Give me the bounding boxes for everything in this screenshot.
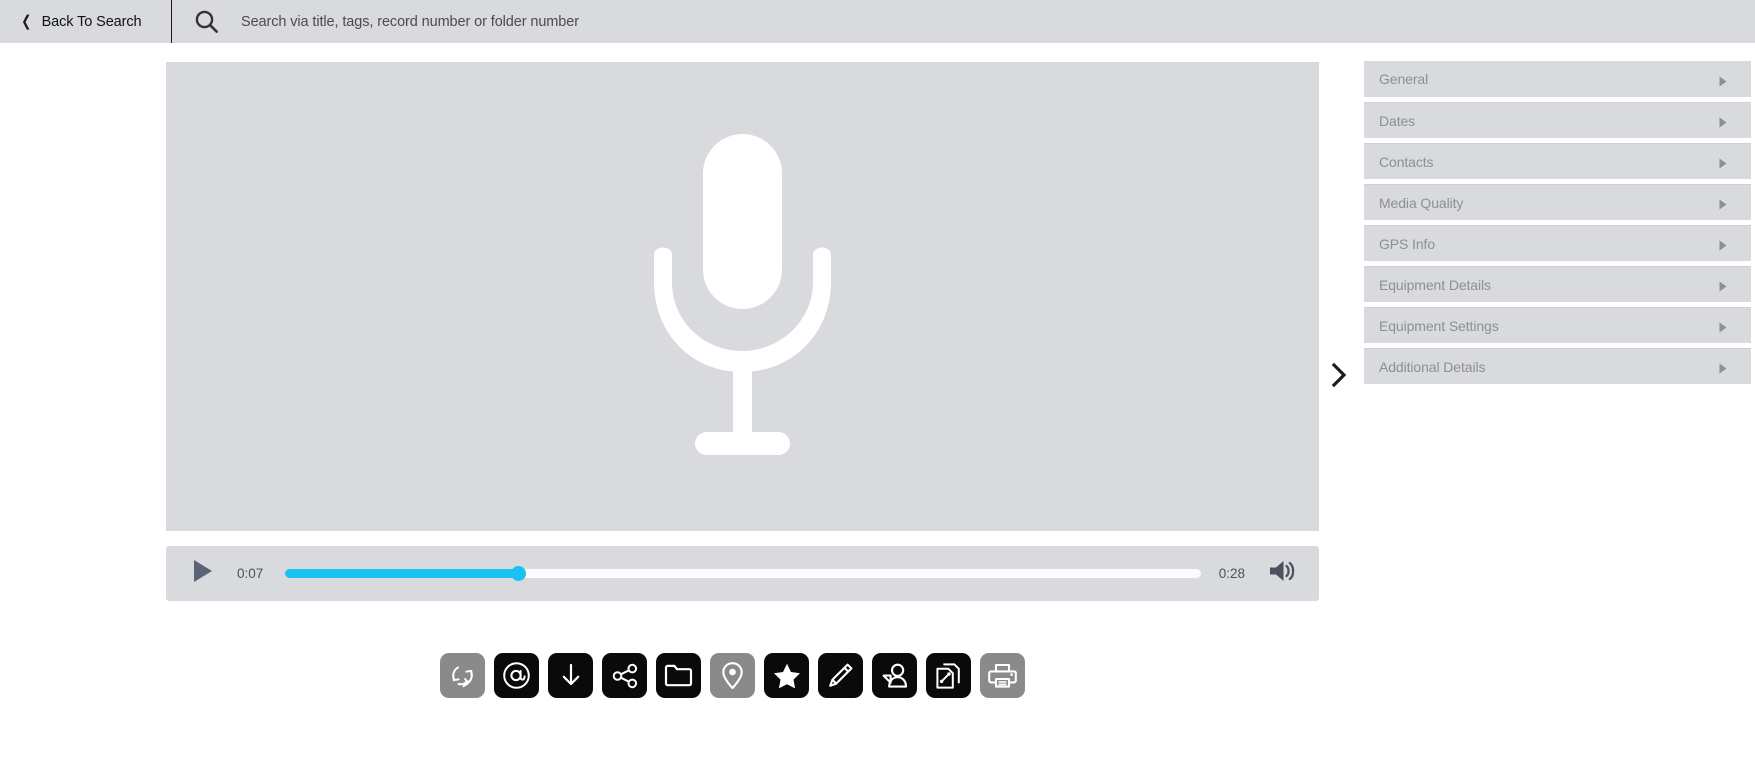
triangle-right-icon: [1719, 320, 1727, 333]
share-nodes-button[interactable]: [602, 653, 647, 698]
accordion-row[interactable]: Contacts: [1364, 143, 1751, 179]
back-to-search-label: Back To Search: [41, 13, 142, 30]
share-nodes-icon: [611, 662, 639, 690]
folder-button[interactable]: [656, 653, 701, 698]
metadata-accordion: General Dates Contacts Media Quality GPS Inf…: [1364, 61, 1751, 389]
accordion-label: General: [1379, 71, 1429, 87]
accordion-label: Contacts: [1379, 153, 1434, 170]
printer-button: [980, 653, 1025, 698]
triangle-right-icon: [1719, 361, 1727, 374]
media-viewer: [166, 62, 1319, 531]
accordion-label: Equipment Details: [1379, 276, 1491, 293]
refresh-rotate-icon: [449, 662, 476, 689]
accordion-label: Additional Details: [1379, 358, 1486, 375]
accordion-row[interactable]: Media Quality: [1364, 184, 1751, 220]
download-arrow-button[interactable]: [548, 653, 593, 698]
map-pin-button: [710, 653, 755, 698]
person-tag-icon: [881, 662, 909, 689]
accordion-row[interactable]: GPS Info: [1364, 225, 1751, 261]
triangle-right-icon: [1719, 115, 1727, 128]
search-bar[interactable]: [172, 0, 1755, 43]
person-tag-button[interactable]: [872, 653, 917, 698]
total-time-label: 0:28: [1218, 566, 1245, 581]
chevron-right-icon: [1329, 361, 1349, 394]
triangle-right-icon: [1719, 197, 1727, 210]
expand-panel-button[interactable]: [1325, 360, 1353, 394]
accordion-label: GPS Info: [1379, 235, 1436, 252]
play-button[interactable]: [188, 559, 218, 589]
accordion-row[interactable]: Additional Details: [1364, 348, 1751, 384]
triangle-right-icon: [1719, 156, 1727, 169]
accordion-row[interactable]: Equipment Details: [1364, 266, 1751, 302]
audio-player: 0:07 0:28: [166, 546, 1319, 601]
progress-thumb[interactable]: [511, 566, 527, 581]
email-at-button[interactable]: [494, 653, 539, 698]
pencil-icon: [827, 662, 854, 689]
triangle-right-icon: [1719, 74, 1727, 86]
download-arrow-icon: [558, 662, 584, 689]
star-icon: [773, 662, 801, 689]
accordion-label: Equipment Settings: [1379, 317, 1499, 334]
search-input[interactable]: [241, 13, 941, 30]
play-icon: [192, 559, 214, 588]
accordion-row[interactable]: Equipment Settings: [1364, 307, 1751, 343]
search-icon: [194, 9, 219, 34]
volume-button[interactable]: [1267, 560, 1297, 588]
map-pin-icon: [721, 661, 744, 690]
progress-fill: [285, 569, 519, 578]
action-toolbar: [440, 653, 1025, 698]
accordion-label: Media Quality: [1379, 194, 1464, 211]
star-button[interactable]: [764, 653, 809, 698]
microphone-icon: [640, 132, 845, 462]
copy-document-button[interactable]: [926, 653, 971, 698]
triangle-right-icon: [1719, 238, 1727, 251]
email-at-icon: [502, 661, 531, 690]
copy-document-icon: [935, 662, 962, 690]
chevron-left-icon: ❮: [21, 13, 32, 30]
printer-icon: [988, 662, 1017, 689]
volume-high-icon: [1268, 558, 1296, 589]
accordion-row[interactable]: Dates: [1364, 102, 1751, 138]
refresh-rotate-button: [440, 653, 485, 698]
back-to-search-button[interactable]: ❮ Back To Search: [0, 0, 171, 43]
folder-icon: [664, 663, 693, 688]
progress-slider[interactable]: [285, 566, 1201, 581]
accordion-label: Dates: [1379, 112, 1416, 129]
accordion-row[interactable]: General: [1364, 61, 1751, 97]
pencil-button[interactable]: [818, 653, 863, 698]
current-time-label: 0:07: [237, 566, 264, 581]
top-bar: ❮ Back To Search: [0, 0, 1755, 43]
triangle-right-icon: [1719, 279, 1727, 292]
